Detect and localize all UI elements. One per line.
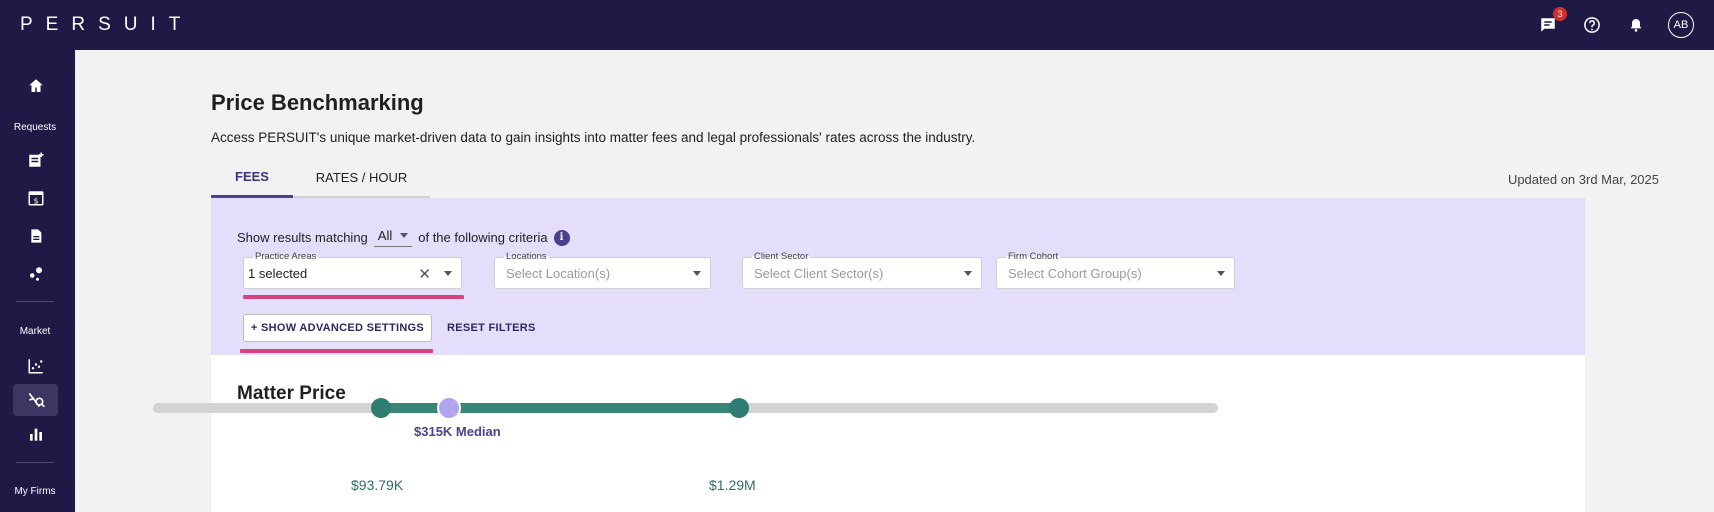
chevron-down-icon xyxy=(400,233,409,238)
practice-areas-label: Practice Areas xyxy=(253,251,319,262)
price-search-icon xyxy=(28,392,45,408)
median-price-label: $315K Median xyxy=(414,424,501,439)
document-icon xyxy=(30,229,41,243)
scatter-chart-icon xyxy=(28,359,43,374)
median-price-marker[interactable] xyxy=(437,396,461,420)
svg-text:$: $ xyxy=(33,196,38,205)
notification-badge: 3 xyxy=(1553,7,1567,21)
help-icon[interactable] xyxy=(1580,13,1604,37)
chevron-down-icon[interactable] xyxy=(693,271,701,276)
tab-rates-hour[interactable]: RATES / HOUR xyxy=(293,158,430,198)
bell-icon[interactable] xyxy=(1624,13,1648,37)
sidebar-item-bar-chart[interactable] xyxy=(13,418,58,450)
main-content: Price Benchmarking Access PERSUIT's uniq… xyxy=(75,50,1714,512)
matter-price-title: Matter Price xyxy=(237,383,346,404)
messages-icon[interactable]: 3 xyxy=(1536,7,1567,37)
sidebar-divider xyxy=(16,301,54,302)
show-advanced-settings-button[interactable]: + SHOW ADVANCED SETTINGS xyxy=(243,314,432,342)
sidebar: Requests $ Market My Firms xyxy=(0,50,75,512)
client-sector-placeholder: Select Client Sector(s) xyxy=(754,266,884,281)
highlight-underline xyxy=(243,295,464,299)
chevron-down-icon[interactable] xyxy=(1217,271,1225,276)
info-icon[interactable]: i xyxy=(553,229,570,246)
updated-date: Updated on 3rd Mar, 2025 xyxy=(1507,172,1659,187)
page-title: Price Benchmarking xyxy=(211,90,424,115)
tab-fees[interactable]: FEES xyxy=(211,158,293,198)
user-avatar[interactable]: AB xyxy=(1668,12,1694,38)
reset-filters-button[interactable]: RESET FILTERS xyxy=(447,314,536,342)
sidebar-section-market: Market xyxy=(19,326,51,337)
new-request-icon xyxy=(28,152,43,167)
sidebar-item-documents[interactable] xyxy=(13,220,58,252)
max-price-label: $1.29M xyxy=(709,477,756,493)
client-sector-select[interactable]: Client Sector Select Client Sector(s) xyxy=(742,251,982,289)
top-icons: 3 AB xyxy=(1536,0,1694,50)
sidebar-divider xyxy=(16,462,54,463)
criteria-row: Show results matching All of the followi… xyxy=(237,228,570,247)
sidebar-item-billing[interactable]: $ xyxy=(13,182,58,214)
calendar-dollar-icon: $ xyxy=(28,191,43,206)
locations-label: Locations xyxy=(504,251,549,262)
firm-cohort-placeholder: Select Cohort Group(s) xyxy=(1008,266,1142,281)
persuit-logo[interactable]: PERSUIT xyxy=(20,14,193,36)
tab-bar: FEES RATES / HOUR xyxy=(211,158,430,198)
highlight-underline xyxy=(240,349,433,353)
client-sector-label: Client Sector xyxy=(752,251,811,262)
network-icon xyxy=(29,267,42,281)
sidebar-section-requests: Requests xyxy=(13,122,57,133)
min-price-label: $93.79K xyxy=(351,477,404,493)
price-range-fill xyxy=(381,403,739,413)
page-subtitle: Access PERSUIT's unique market-driven da… xyxy=(211,130,976,145)
sidebar-item-price-benchmarking[interactable] xyxy=(13,384,58,416)
bar-chart-icon xyxy=(29,428,42,441)
practice-areas-value: 1 selected xyxy=(248,266,308,281)
locations-placeholder: Select Location(s) xyxy=(506,266,611,281)
min-price-marker[interactable] xyxy=(371,398,391,418)
chevron-down-icon[interactable] xyxy=(444,271,452,276)
clear-icon[interactable]: ✕ xyxy=(418,265,431,283)
locations-select[interactable]: Locations Select Location(s) xyxy=(494,251,711,289)
max-price-marker[interactable] xyxy=(729,398,749,418)
sidebar-item-network[interactable] xyxy=(13,258,58,290)
top-bar: PERSUIT 3 AB xyxy=(0,0,1714,50)
filter-panel: Show results matching All of the followi… xyxy=(211,198,1585,355)
criteria-suffix: of the following criteria xyxy=(418,230,548,245)
chevron-down-icon[interactable] xyxy=(964,271,972,276)
match-select-value: All xyxy=(377,228,393,243)
firm-cohort-label: Firm Cohort xyxy=(1006,251,1061,262)
home-icon xyxy=(28,79,43,92)
practice-areas-select[interactable]: Practice Areas 1 selected ✕ xyxy=(243,251,462,289)
match-select[interactable]: All xyxy=(373,228,413,247)
firm-cohort-select[interactable]: Firm Cohort Select Cohort Group(s) xyxy=(996,251,1235,289)
sidebar-section-my-firms[interactable]: My Firms xyxy=(0,486,70,497)
criteria-prefix: Show results matching xyxy=(237,230,368,245)
sidebar-item-new-request[interactable] xyxy=(13,144,58,176)
sidebar-item-scatter[interactable] xyxy=(13,350,58,382)
sidebar-item-home[interactable] xyxy=(13,70,58,102)
